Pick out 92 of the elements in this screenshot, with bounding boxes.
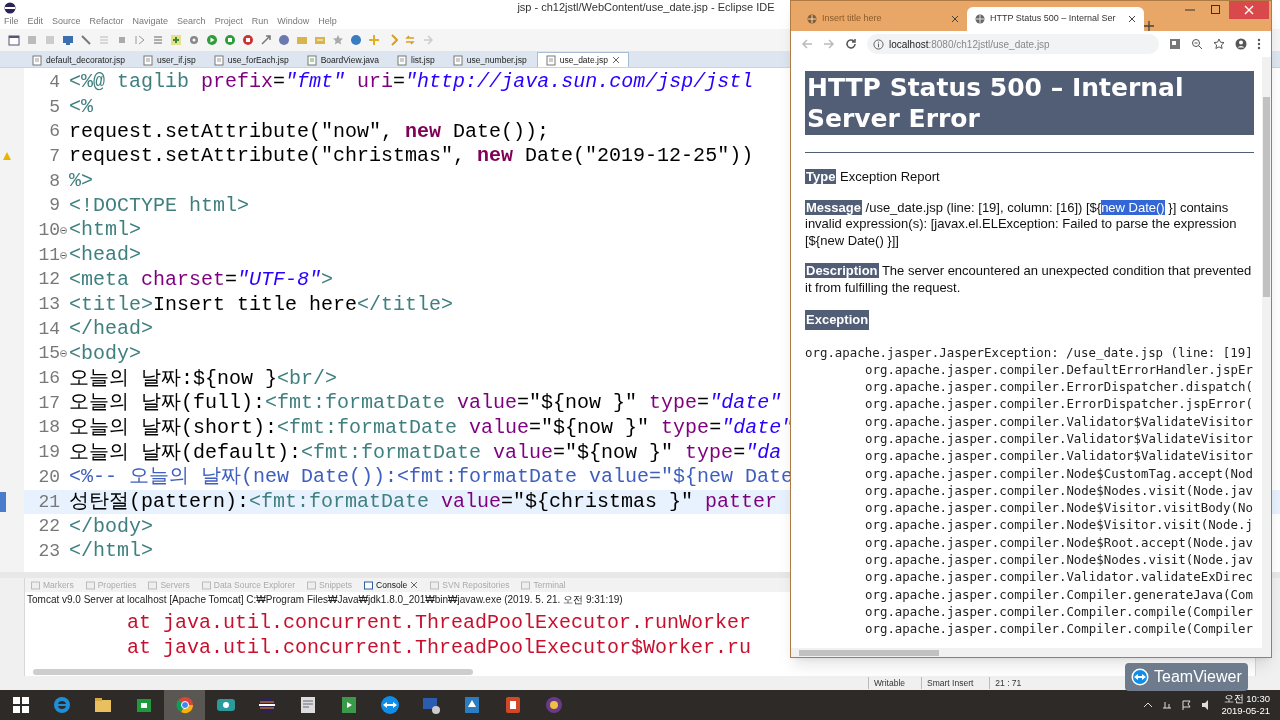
code-line: 오늘의 날짜(full):<fmt:formatDate value="${now }" type="date" xyxy=(68,390,782,417)
code-line: </head> xyxy=(68,316,153,343)
menu-item[interactable]: Help xyxy=(318,15,337,29)
editor-tab[interactable]: BoardView.java xyxy=(298,53,388,67)
code-line: request.setAttribute("christmas", new Date("2019-12-25")) xyxy=(68,143,754,170)
line-number: 21 xyxy=(38,490,60,514)
code-line: </body> xyxy=(68,513,153,540)
line-number: 16 xyxy=(38,367,60,391)
line-number: 7 xyxy=(49,144,60,168)
stack-trace-line: org.apache.jasper.compiler.Validator$ValidateVisitor xyxy=(864,447,1254,465)
editor-tab[interactable]: list.jsp xyxy=(389,53,443,67)
console-line: at java.util.concurrent.ThreadPoolExecutor$Worker.ru xyxy=(127,635,752,658)
code-line: </html> xyxy=(68,538,153,565)
line-number: 17 xyxy=(38,391,60,415)
menu-item[interactable]: Project xyxy=(214,15,243,29)
code-line: request.setAttribute("now", new Date()); xyxy=(68,118,550,145)
line-number: 5 xyxy=(49,95,60,119)
window-title: jsp - ch12jstl/WebContent/use_date.jsp - Eclipse IDE xyxy=(517,0,775,16)
stack-trace-line: org.apache.jasper.compiler.Node$Visitor.visit(Node.j xyxy=(864,516,1254,534)
status-text: 21 : 71 xyxy=(989,676,1022,690)
clock[interactable]: 오전 10:30 2019-05-21 xyxy=(1221,693,1270,717)
code-line: %> xyxy=(68,168,93,195)
line-number: 13 xyxy=(38,293,60,317)
stack-trace-line: org.apache.jasper.compiler.ErrorDispatcher.jspError( xyxy=(864,395,1254,413)
menu-item[interactable]: Source xyxy=(52,15,81,29)
stack-trace-line: org.apache.jasper.compiler.Node$Visitor.visitBody(No xyxy=(864,499,1254,517)
line-number: 19 xyxy=(38,441,60,465)
code-line: <% xyxy=(68,94,93,121)
line-number: 18 xyxy=(38,416,60,440)
code-line: <html> xyxy=(68,217,141,244)
code-line: 성탄절(pattern):<fmt:formatDate value="${christmas }" patter xyxy=(68,489,778,516)
code-line: 오늘의 날짜(default):<fmt:formatDate value="${now }" type="da xyxy=(68,439,782,466)
line-number: 23 xyxy=(38,539,60,563)
menu-item[interactable]: Search xyxy=(177,15,206,29)
line-number: 8 xyxy=(49,169,60,193)
code-line: <%@ taglib prefix="fmt" uri="http://java.sun.com/jsp/jstl xyxy=(68,69,754,96)
stack-trace-line: org.apache.jasper.compiler.Node$CustomTag.accept(Nod xyxy=(864,464,1254,482)
stack-trace-line: org.apache.jasper.compiler.Validator.validateExDirec xyxy=(864,568,1254,586)
line-number: 12 xyxy=(38,268,60,292)
line-number: 4 xyxy=(49,70,60,94)
status-text: Smart Insert xyxy=(921,676,974,690)
line-number: 14 xyxy=(38,317,60,341)
code-line: <body> xyxy=(68,340,141,367)
editor-tab[interactable]: use_date.jsp xyxy=(536,52,629,67)
address-bar[interactable]: localhost:8080/ch12jstl/use_date.jsp xyxy=(867,34,1159,54)
menu-item[interactable]: File xyxy=(4,15,19,29)
line-number: 6 xyxy=(49,120,60,144)
editor-tab[interactable]: use_number.jsp xyxy=(444,53,535,67)
code-line: <meta charset="UTF-8"> xyxy=(68,266,334,293)
line-number: 15 xyxy=(38,342,60,366)
code-line: 오늘의 날짜:${now }<br/> xyxy=(68,365,338,392)
line-number: 22 xyxy=(38,515,60,539)
stack-trace-line: org.apache.jasper.compiler.Compiler.generateJava(Com xyxy=(864,585,1254,603)
stack-trace-line: org.apache.jasper.compiler.Validator$ValidateVisitor xyxy=(864,412,1254,430)
editor-tab[interactable]: default_decorator.jsp xyxy=(24,53,133,67)
stack-trace-line: org.apache.jasper.compiler.Compiler.compile(Compiler xyxy=(864,620,1254,638)
stack-trace-line: org.apache.jasper.compiler.ErrorDispatcher.dispatch( xyxy=(864,378,1254,396)
line-number: 9 xyxy=(49,194,60,218)
code-line: 오늘의 날짜(short):<fmt:formatDate value="${now }" type="date" xyxy=(68,414,794,441)
editor-tab[interactable]: use_forEach.jsp xyxy=(205,53,297,67)
browser-tab[interactable]: HTTP Status 500 – Internal Ser xyxy=(967,7,1145,31)
code-line: <title>Insert title here</title> xyxy=(68,291,454,318)
section-text: Type Exception Report xyxy=(805,169,941,186)
stack-trace-line: org.apache.jasper.compiler.Validator$ValidateVisitor xyxy=(864,430,1254,448)
menu-item[interactable]: Refactor xyxy=(89,15,124,29)
menu-item[interactable]: Window xyxy=(277,15,310,29)
section-text: Description The server encountered an unexpected condition that prevented it from fulfilling the request. xyxy=(805,263,1253,296)
line-number: 10 xyxy=(38,218,60,242)
code-line: <!DOCTYPE html> xyxy=(68,192,250,219)
editor-tab[interactable]: user_if.jsp xyxy=(134,53,204,67)
line-number: 11 xyxy=(38,243,60,267)
teamviewer-badge[interactable]: TeamViewer xyxy=(1125,663,1248,691)
stack-trace-line: org.apache.jasper.compiler.DefaultErrorHandler.jspEr xyxy=(864,360,1254,379)
menu-item[interactable]: Edit xyxy=(27,15,44,29)
console-line: at java.util.concurrent.ThreadPoolExecutor.runWorker xyxy=(127,610,752,633)
menu-item[interactable]: Navigate xyxy=(132,15,169,29)
section-label: Exception xyxy=(805,310,870,330)
console-header: Tomcat v9.0 Server at localhost [Apache Tomcat] C:₩Program Files₩Java₩jdk1.8.0_201₩bin₩javaw.exe (2019. 5. 21. 오전 9:31:19) xyxy=(27,592,623,607)
code-line: <%-- 오늘의 날짜(new Date()):<fmt:formatDate value="${new Date xyxy=(68,464,794,491)
stack-trace-line: org.apache.jasper.JasperException: /use_date.jsp (line: [19] xyxy=(805,343,1254,361)
view-tab[interactable]: Console xyxy=(364,578,419,592)
selected-text: new Date() xyxy=(1101,199,1165,215)
page-heading: HTTP Status 500 – Internal Server Error xyxy=(805,71,1254,135)
stack-trace-line: org.apache.jasper.compiler.Node$Root.accept(Node.jav xyxy=(864,533,1254,552)
stack-trace-line: org.apache.jasper.compiler.Node$Nodes.visit(Node.jav xyxy=(864,481,1254,500)
menu-item[interactable]: Run xyxy=(251,15,269,29)
line-number: 20 xyxy=(38,465,60,489)
section-text: Message /use_date.jsp (line: [19], column: [16]) [${new Date() }] contains invalid expression(s): [javax.el.ELException: Failed to parse the expression [${new Date() }]] xyxy=(805,199,1238,249)
code-line: <head> xyxy=(68,242,141,269)
stack-trace-line: org.apache.jasper.compiler.Compiler.compile(Compiler xyxy=(864,602,1254,621)
status-text: Writable xyxy=(868,676,906,690)
stack-trace-line: org.apache.jasper.compiler.Node$Nodes.visit(Node.jav xyxy=(864,551,1254,569)
